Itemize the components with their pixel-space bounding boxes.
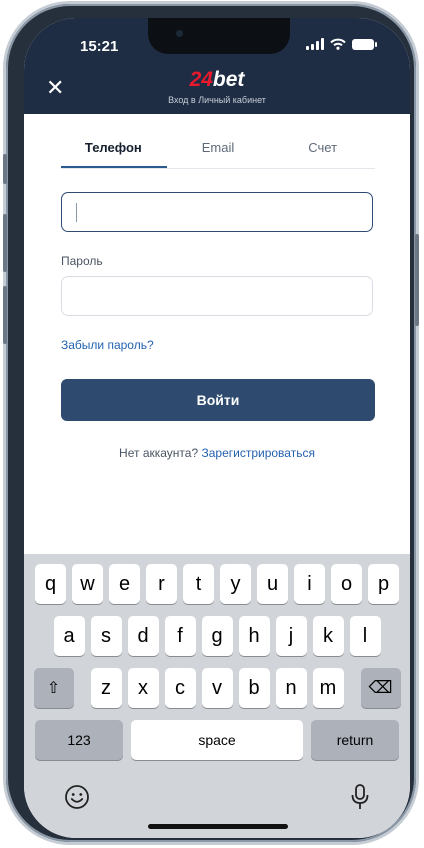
- volume-down-button: [3, 286, 7, 344]
- logo: 24bet: [24, 68, 410, 92]
- login-button[interactable]: Войти: [61, 379, 375, 421]
- key-l[interactable]: l: [349, 616, 381, 656]
- notch: [148, 18, 290, 54]
- key-f[interactable]: f: [164, 616, 196, 656]
- register-link[interactable]: Зарегистрироваться: [201, 446, 314, 460]
- active-tab-indicator: [61, 166, 167, 168]
- space-key[interactable]: space: [131, 720, 303, 760]
- keyboard: q w e r t y u i o p a s d f g h j k l ⇧ …: [24, 554, 410, 838]
- key-g[interactable]: g: [201, 616, 233, 656]
- phone-frame: 15:21 ✕ 24bet Вход в Личный кабинет Теле…: [3, 4, 419, 842]
- key-r[interactable]: r: [146, 564, 177, 604]
- forgot-password-link[interactable]: Забыли пароль?: [61, 338, 154, 352]
- app-header: 15:21 ✕ 24bet Вход в Личный кабинет: [24, 18, 410, 114]
- keyboard-row-4: 123 space return: [24, 720, 410, 760]
- key-j[interactable]: j: [275, 616, 307, 656]
- screen: 15:21 ✕ 24bet Вход в Личный кабинет Теле…: [24, 18, 410, 838]
- key-o[interactable]: o: [331, 564, 362, 604]
- key-x[interactable]: x: [127, 668, 159, 708]
- key-z[interactable]: z: [90, 668, 122, 708]
- key-m[interactable]: m: [312, 668, 344, 708]
- header-subtitle: Вход в Личный кабинет: [168, 95, 266, 105]
- home-indicator: [148, 824, 288, 829]
- key-c[interactable]: c: [164, 668, 196, 708]
- battery-icon: [352, 38, 377, 50]
- front-camera: [176, 30, 183, 37]
- tab-account[interactable]: Счет: [270, 136, 375, 168]
- text-caret: [76, 203, 77, 222]
- backspace-key[interactable]: ⌫: [360, 668, 401, 708]
- tab-email[interactable]: Email: [166, 136, 271, 168]
- status-time: 15:21: [80, 38, 119, 55]
- keyboard-row-1: q w e r t y u i o p: [24, 564, 410, 604]
- logo-word: bet: [212, 68, 245, 91]
- key-d[interactable]: d: [127, 616, 159, 656]
- signal-icon: [306, 38, 324, 50]
- password-input[interactable]: [61, 276, 373, 316]
- volume-up-button: [3, 214, 7, 272]
- key-t[interactable]: t: [183, 564, 214, 604]
- wifi-icon: [330, 38, 346, 50]
- login-tabs: Телефон Email Счет: [61, 136, 375, 169]
- key-n[interactable]: n: [275, 668, 307, 708]
- mute-switch: [3, 154, 7, 184]
- key-v[interactable]: v: [201, 668, 233, 708]
- key-s[interactable]: s: [90, 616, 122, 656]
- power-button: [415, 234, 419, 326]
- key-q[interactable]: q: [35, 564, 66, 604]
- key-i[interactable]: i: [294, 564, 325, 604]
- key-p[interactable]: p: [368, 564, 399, 604]
- key-a[interactable]: a: [53, 616, 85, 656]
- logo-number: 24: [189, 68, 213, 91]
- key-k[interactable]: k: [312, 616, 344, 656]
- keyboard-row-3: ⇧ z x c v b n m ⌫: [24, 668, 410, 708]
- numbers-key[interactable]: 123: [35, 720, 123, 760]
- key-y[interactable]: y: [220, 564, 251, 604]
- return-key[interactable]: return: [311, 720, 399, 760]
- key-b[interactable]: b: [238, 668, 270, 708]
- shift-key[interactable]: ⇧: [33, 668, 74, 708]
- status-icons: [306, 38, 377, 50]
- tab-phone[interactable]: Телефон: [61, 136, 166, 168]
- password-label: Пароль: [61, 254, 103, 268]
- no-account-row: Нет аккаунта? Зарегистрироваться: [24, 446, 410, 460]
- keyboard-row-2: a s d f g h j k l: [24, 616, 410, 656]
- no-account-text: Нет аккаунта?: [119, 446, 199, 460]
- microphone-icon[interactable]: [350, 783, 370, 811]
- key-h[interactable]: h: [238, 616, 270, 656]
- key-e[interactable]: e: [109, 564, 140, 604]
- key-u[interactable]: u: [257, 564, 288, 604]
- phone-input[interactable]: [61, 192, 373, 232]
- key-w[interactable]: w: [72, 564, 103, 604]
- emoji-icon[interactable]: [64, 784, 90, 810]
